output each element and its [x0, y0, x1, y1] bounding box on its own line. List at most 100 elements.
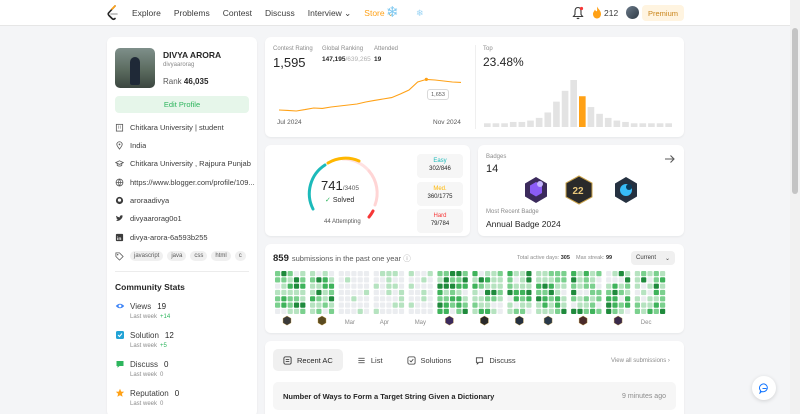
view-all-submissions-link[interactable]: View all submissions › [611, 358, 670, 364]
heatmap-cell[interactable] [281, 296, 287, 302]
heatmap-cell[interactable] [478, 302, 484, 308]
heatmap-cell[interactable] [478, 289, 484, 296]
heatmap-cell[interactable] [456, 289, 462, 296]
heatmap-cell[interactable] [293, 289, 300, 296]
histogram-bar[interactable] [579, 96, 586, 127]
tab-discuss[interactable]: Discuss [465, 349, 525, 371]
tag-java[interactable]: java [167, 251, 187, 261]
heatmap-cell[interactable] [618, 271, 624, 277]
heatmap-cell[interactable] [641, 296, 647, 302]
heatmap-cell[interactable] [386, 289, 392, 296]
heatmap-cell[interactable] [634, 308, 640, 314]
heatmap-cell[interactable] [443, 308, 449, 314]
bell-icon[interactable] [572, 6, 584, 20]
heatmap-cell[interactable] [596, 302, 602, 308]
heatmap-cell[interactable] [583, 289, 589, 296]
heatmap-cell[interactable] [577, 289, 583, 296]
heatmap-cell[interactable] [577, 271, 583, 277]
heatmap-cell[interactable] [328, 283, 335, 289]
heatmap-cell[interactable] [590, 302, 596, 308]
heatmap-cell[interactable] [427, 308, 433, 314]
heatmap-cell[interactable] [590, 277, 596, 283]
tab-list[interactable]: List [347, 349, 393, 371]
heatmap-cell[interactable] [357, 289, 363, 296]
heatmap-cell[interactable] [596, 308, 602, 314]
heatmap-cell[interactable] [472, 289, 478, 296]
heatmap-cell[interactable] [590, 271, 596, 277]
heatmap-cell[interactable] [392, 296, 398, 302]
heatmap-cell[interactable] [316, 308, 322, 314]
heatmap-cell[interactable] [450, 302, 456, 308]
heatmap-cell[interactable] [647, 271, 653, 277]
heatmap-cell[interactable] [555, 302, 561, 308]
heatmap-cell[interactable] [478, 283, 484, 289]
heatmap-cell[interactable] [634, 289, 640, 296]
heatmap-cell[interactable] [281, 308, 287, 314]
heatmap-cell[interactable] [478, 271, 484, 277]
heatmap-cell[interactable] [462, 308, 468, 314]
heatmap-cell[interactable] [386, 308, 392, 314]
heatmap-cell[interactable] [380, 308, 386, 314]
heatmap-cell[interactable] [472, 296, 478, 302]
heatmap-cell[interactable] [536, 302, 542, 308]
heatmap-cell[interactable] [345, 289, 351, 296]
heatmap-cell[interactable] [338, 302, 344, 308]
heatmap-cell[interactable] [443, 271, 449, 277]
badge-100-days-icon[interactable] [521, 175, 551, 205]
heatmap-cell[interactable] [561, 308, 567, 314]
heatmap-cell[interactable] [472, 308, 478, 314]
heatmap-cell[interactable] [363, 283, 370, 289]
tab-recent-ac[interactable]: Recent AC [273, 349, 343, 371]
heatmap-cell[interactable] [437, 271, 443, 277]
heatmap-cell[interactable] [398, 302, 405, 308]
heatmap-cell[interactable] [462, 296, 468, 302]
heatmap-cell[interactable] [363, 302, 370, 308]
heatmap-cell[interactable] [338, 277, 344, 283]
heatmap-cell[interactable] [612, 296, 618, 302]
heatmap-cell[interactable] [287, 289, 293, 296]
heatmap-cell[interactable] [322, 289, 328, 296]
heatmap-cell[interactable] [497, 308, 503, 314]
heatmap-cell[interactable] [408, 283, 414, 289]
heatmap-cell[interactable] [373, 308, 379, 314]
heatmap-cell[interactable] [357, 296, 363, 302]
heatmap-cell[interactable] [287, 296, 293, 302]
histogram-bar[interactable] [656, 123, 664, 127]
heatmap-cell[interactable] [555, 283, 561, 289]
heatmap-cell[interactable] [513, 289, 519, 296]
heatmap-cell[interactable] [472, 277, 478, 283]
heatmap-cell[interactable] [634, 271, 640, 277]
heatmap-cell[interactable] [456, 277, 462, 283]
monthly-badge-icon[interactable] [480, 315, 489, 326]
heatmap-cell[interactable] [653, 308, 659, 314]
heatmap-cell[interactable] [548, 289, 554, 296]
heatmap-cell[interactable] [351, 308, 357, 314]
heatmap-cell[interactable] [287, 302, 293, 308]
heatmap-cell[interactable] [338, 296, 344, 302]
heatmap-cell[interactable] [507, 308, 513, 314]
heatmap-cell[interactable] [583, 308, 589, 314]
tag-html[interactable]: html [211, 251, 231, 261]
heatmap-cell[interactable] [392, 277, 398, 283]
heatmap-cell[interactable] [281, 277, 287, 283]
info-github[interactable]: aroraadivya [115, 196, 255, 205]
heatmap-cell[interactable] [491, 277, 497, 283]
heatmap-cell[interactable] [555, 289, 561, 296]
page-scrollbar[interactable] [790, 0, 800, 414]
heatmap-cell[interactable] [427, 302, 433, 308]
difficulty-hard[interactable]: Hard 79/784 [417, 209, 463, 233]
heatmap-cell[interactable] [583, 283, 589, 289]
heatmap-cell[interactable] [653, 289, 659, 296]
heatmap-cell[interactable] [398, 283, 405, 289]
heatmap-cell[interactable] [612, 302, 618, 308]
edit-profile-button[interactable]: Edit Profile [115, 96, 249, 113]
heatmap-cell[interactable] [526, 296, 532, 302]
heatmap-cell[interactable] [491, 296, 497, 302]
heatmap-cell[interactable] [590, 296, 596, 302]
heatmap-cell[interactable] [456, 308, 462, 314]
heatmap-cell[interactable] [507, 289, 513, 296]
heatmap-cell[interactable] [373, 302, 379, 308]
tab-solutions[interactable]: Solutions [397, 349, 462, 371]
heatmap-cell[interactable] [275, 283, 281, 289]
heatmap-cell[interactable] [338, 271, 344, 277]
